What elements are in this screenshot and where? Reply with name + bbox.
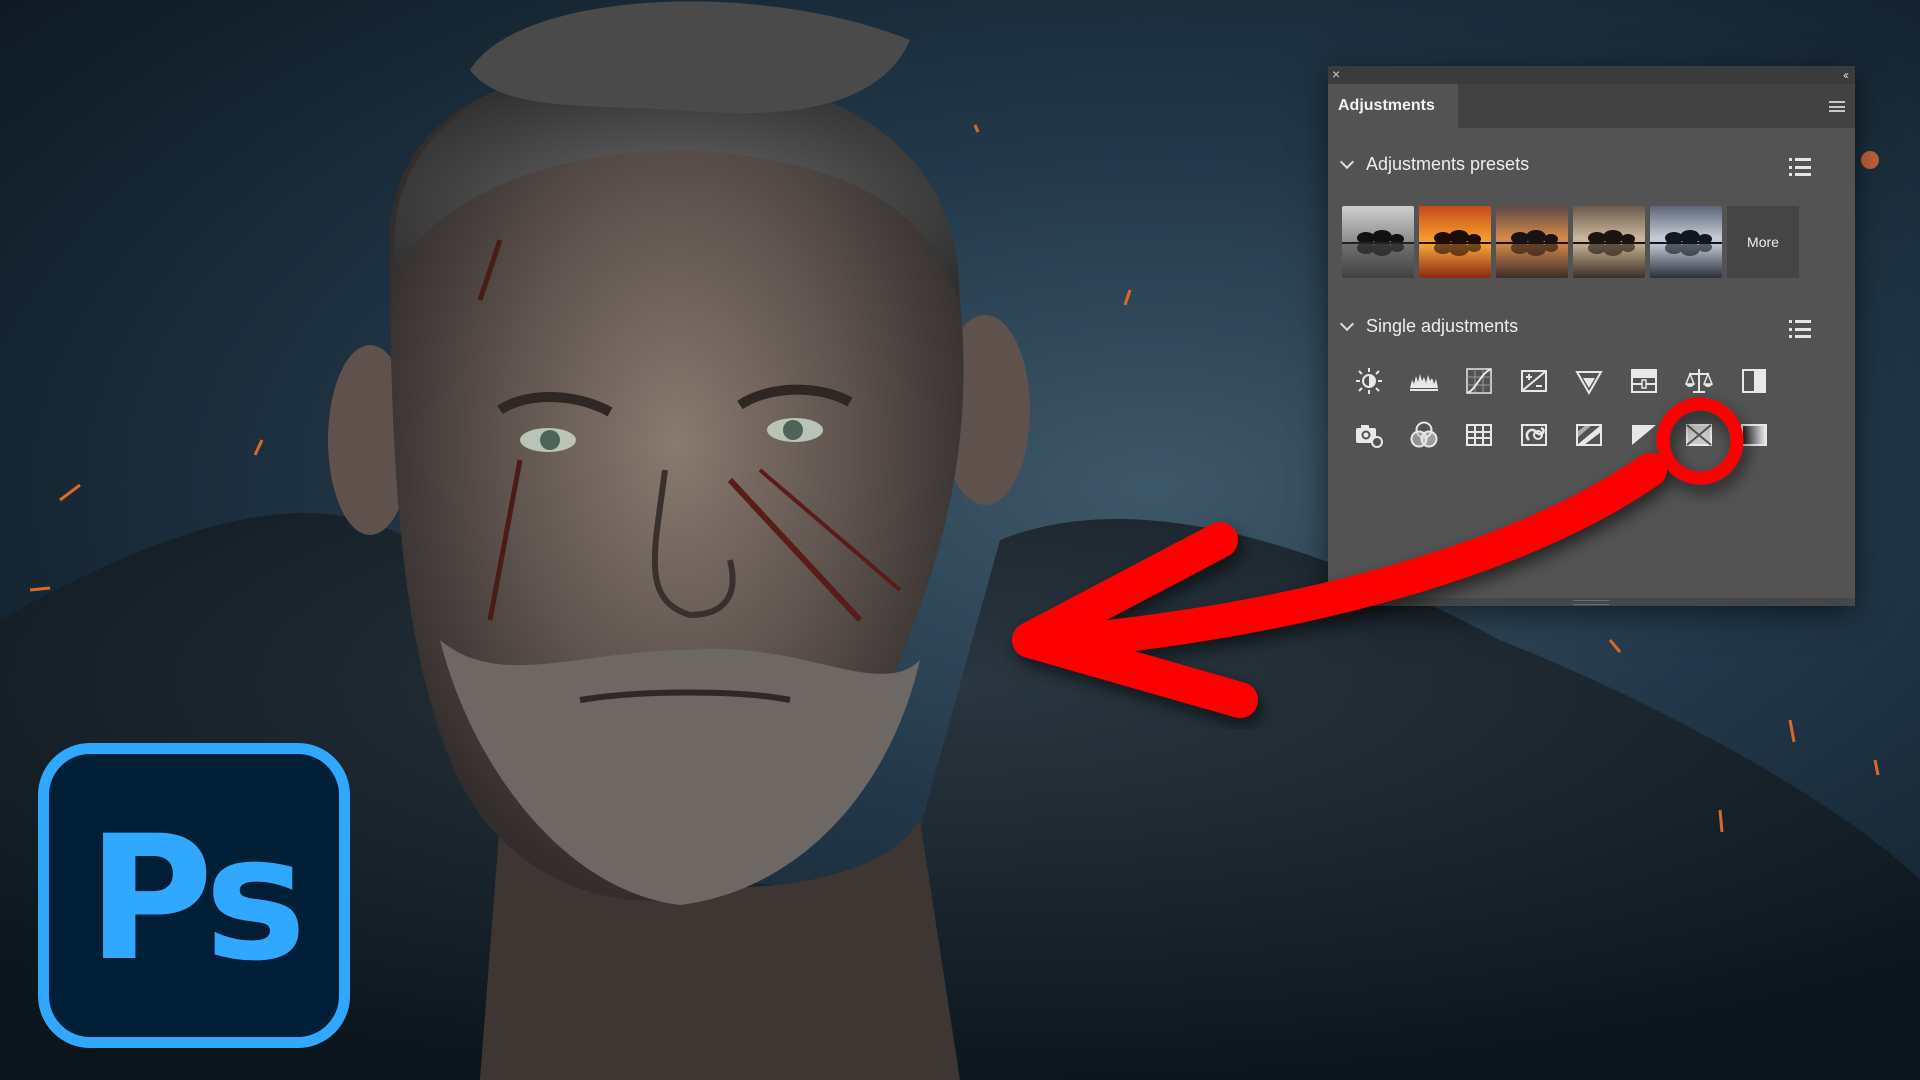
presets-section-header[interactable]: Adjustments presets (1339, 154, 1530, 175)
vibrance-icon[interactable] (1572, 364, 1606, 398)
levels-icon[interactable] (1407, 364, 1441, 398)
more-presets-button[interactable]: More (1727, 206, 1799, 278)
chevron-down-icon (1339, 154, 1355, 170)
threshold-icon[interactable] (1627, 418, 1661, 452)
curves-icon[interactable] (1462, 364, 1496, 398)
gradient-map-icon[interactable] (1737, 418, 1771, 452)
panel-menu-icon[interactable] (1829, 101, 1845, 112)
hue-saturation-icon[interactable] (1627, 364, 1661, 398)
preset-thumbnail-sunset[interactable] (1419, 206, 1491, 278)
color-balance-icon[interactable] (1682, 364, 1716, 398)
chevron-down-icon (1339, 316, 1355, 332)
list-view-icon[interactable] (1789, 158, 1811, 176)
close-icon[interactable]: × (1332, 65, 1340, 83)
photo-filter-icon[interactable] (1352, 418, 1386, 452)
posterize-icon[interactable] (1572, 418, 1606, 452)
single-adjustments-header[interactable]: Single adjustments (1339, 316, 1519, 337)
panel-resize-bar[interactable] (1328, 598, 1855, 606)
invert-icon[interactable] (1517, 418, 1551, 452)
presets-thumbnails: More (1342, 206, 1799, 278)
channel-mixer-icon[interactable] (1407, 418, 1441, 452)
single-adjustments-title: Single adjustments (1366, 316, 1519, 336)
preset-thumbnail-cool[interactable] (1650, 206, 1722, 278)
preset-thumbnail-bw[interactable] (1342, 206, 1414, 278)
selective-color-icon[interactable] (1682, 418, 1716, 452)
brightness-contrast-icon[interactable] (1352, 364, 1386, 398)
list-view-icon[interactable] (1789, 320, 1811, 338)
photoshop-logo: Ps (38, 743, 350, 1048)
black-white-icon[interactable] (1737, 364, 1771, 398)
collapse-icon[interactable]: ‹‹ (1843, 66, 1849, 84)
single-adjustments-grid (1352, 364, 1792, 452)
resize-grip-icon[interactable] (1573, 600, 1609, 605)
panel-tab-bar: Adjustments (1328, 84, 1855, 128)
preset-thumbnail-sepia[interactable] (1573, 206, 1645, 278)
adjustments-panel: × ‹‹ Adjustments Adjustments presets Mor… (1328, 66, 1855, 606)
panel-title-bar: × ‹‹ (1328, 66, 1855, 84)
photoshop-logo-text: Ps (87, 797, 306, 999)
exposure-icon[interactable] (1517, 364, 1551, 398)
preset-thumbnail-dusk[interactable] (1496, 206, 1568, 278)
color-lookup-icon[interactable] (1462, 418, 1496, 452)
presets-section-title: Adjustments presets (1366, 154, 1530, 174)
tab-adjustments[interactable]: Adjustments (1328, 84, 1458, 128)
